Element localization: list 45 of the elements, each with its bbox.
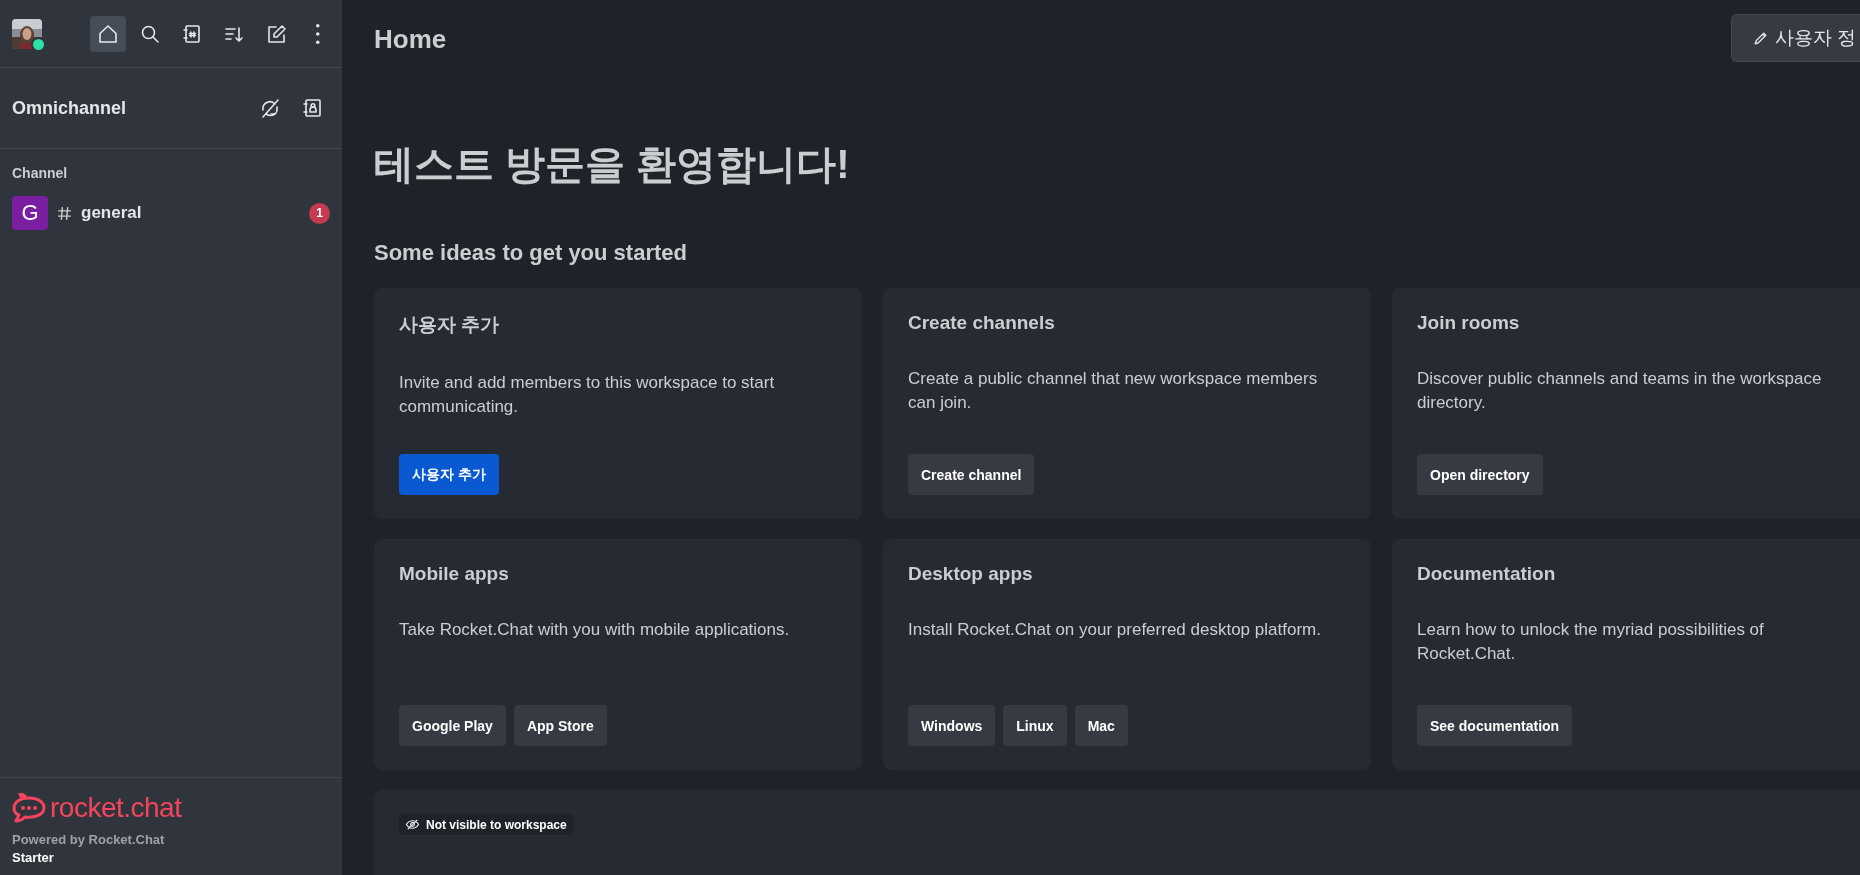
card-description: Discover public channels and teams in the workspace directory. <box>1417 368 1823 414</box>
card-title: Create channels <box>908 312 1056 334</box>
welcome-heading: 테스트 방문을 환영합니다! <box>374 141 851 188</box>
action-button[interactable]: Google Play <box>399 705 506 746</box>
section-heading: Some ideas to get you started <box>374 240 688 266</box>
chat-bubble-icon <box>12 793 46 823</box>
card-description: Create a public channel that new workspace members can join. <box>908 368 1319 414</box>
room-item[interactable]: G general 1 <box>0 195 342 231</box>
powered-by-text: Powered by Rocket.Chat <box>12 832 166 847</box>
card-title: Documentation <box>1417 563 1557 585</box>
page-title: Home <box>374 24 447 55</box>
action-button[interactable]: See documentation <box>1417 705 1573 746</box>
action-button[interactable]: Linux <box>1003 705 1067 746</box>
card-title: Mobile apps <box>399 563 510 585</box>
hash-icon <box>56 204 73 222</box>
directory-icon <box>181 22 203 45</box>
plan-name: Starter <box>12 850 55 865</box>
card-title: Join rooms <box>1417 312 1521 334</box>
unread-count: 1 <box>309 202 330 224</box>
tag-label: Not visible to workspace <box>426 817 567 832</box>
section-title: Omnichannel <box>12 97 127 119</box>
card-description: Install Rocket.Chat on your preferred desktop platform. <box>908 619 1322 641</box>
customize-button[interactable]: 사용자 정 <box>1730 14 1860 62</box>
action-button[interactable]: Mac <box>1074 705 1128 746</box>
action-button[interactable]: Windows <box>908 705 996 746</box>
card-title: 사용자 추가 <box>399 313 501 337</box>
room-avatar: G <box>12 196 48 230</box>
card-description: Invite and add members to this workspace to start communicating. <box>399 372 776 418</box>
edit-icon <box>265 22 287 45</box>
logo-text: rocket.chat <box>50 792 182 824</box>
headset-off-icon <box>259 97 281 119</box>
card-title: Desktop apps <box>908 563 1034 585</box>
toolbar-button[interactable] <box>90 15 126 52</box>
menu-icon <box>315 22 321 45</box>
action-button[interactable]: App Store <box>513 705 607 746</box>
action-button[interactable]: Open directory <box>1417 454 1543 495</box>
home-icon <box>97 22 119 45</box>
card-description: Learn how to unlock the myriad possibilities of Rocket.Chat. <box>1417 619 1765 665</box>
group-title: Channel <box>11 165 69 183</box>
action-button[interactable]: Create channel <box>908 454 1035 495</box>
action-button[interactable]: 사용자 추가 <box>399 454 499 495</box>
room-name: general <box>81 203 143 223</box>
contacts-icon <box>301 97 323 119</box>
eye-off-icon <box>405 817 420 832</box>
card-description: Take Rocket.Chat with you with mobile applications. <box>399 619 791 641</box>
